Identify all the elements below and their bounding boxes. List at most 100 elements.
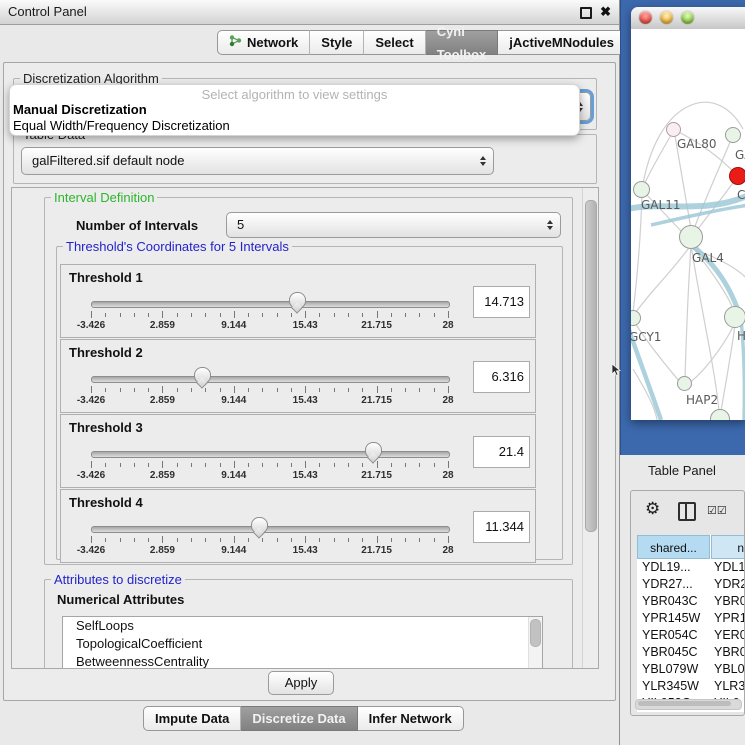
tab-label: Discretize Data bbox=[252, 707, 345, 730]
tab-infer-network[interactable]: Infer Network bbox=[358, 706, 464, 731]
float-window-icon[interactable] bbox=[580, 7, 592, 19]
threshold-value-field[interactable]: 6.316 bbox=[473, 361, 530, 393]
threshold-slider-track[interactable] bbox=[91, 526, 450, 533]
apply-button[interactable]: Apply bbox=[268, 671, 334, 695]
slider-tick bbox=[348, 313, 349, 317]
node-label: GAL80 bbox=[677, 137, 716, 151]
top-tab-bar: NetworkStyleSelectCyni ToolboxjActiveMNo… bbox=[217, 30, 626, 55]
threshold-slider-thumb[interactable] bbox=[289, 292, 306, 309]
table-row[interactable]: YDR27... YDR2 bbox=[637, 576, 745, 593]
table-row[interactable]: YBR043CYBR0 bbox=[637, 593, 745, 610]
attribute-list-item[interactable]: BetweennessCentrality bbox=[63, 653, 542, 669]
dropdown-option-equal-width[interactable]: Equal Width/Frequency Discretization bbox=[10, 118, 579, 134]
slider-tick bbox=[91, 536, 92, 543]
cell-shared-name: YBR045C bbox=[642, 644, 698, 661]
table-row[interactable]: YBL079WYBL0 bbox=[637, 661, 745, 678]
slider-tick bbox=[434, 313, 435, 317]
slider-tick bbox=[177, 463, 178, 467]
table-row[interactable]: YPR145WYPR1 bbox=[637, 610, 745, 627]
tab-network[interactable]: Network bbox=[217, 30, 310, 55]
dropdown-option-manual[interactable]: Manual Discretization bbox=[10, 102, 579, 118]
slider-tick-label: 15.43 bbox=[280, 320, 330, 331]
network-node[interactable] bbox=[666, 122, 681, 137]
zoom-traffic-light[interactable] bbox=[681, 11, 694, 24]
attributes-scrollbar[interactable] bbox=[528, 617, 542, 669]
tab-select[interactable]: Select bbox=[364, 30, 425, 55]
table-data-combobox[interactable]: galFiltered.sif default node bbox=[21, 147, 494, 175]
network-node[interactable] bbox=[633, 181, 650, 198]
network-node[interactable] bbox=[725, 127, 741, 143]
network-node-selected[interactable] bbox=[729, 167, 745, 185]
attribute-list-item[interactable]: TopologicalCoefficient bbox=[63, 635, 542, 653]
network-node[interactable] bbox=[677, 376, 692, 391]
slider-tick bbox=[162, 461, 163, 468]
node-label-partial: H bbox=[737, 329, 745, 343]
network-node[interactable] bbox=[724, 306, 745, 328]
threshold-value-field[interactable]: 21.4 bbox=[473, 436, 530, 468]
table-row[interactable]: YER054CYER0 bbox=[637, 627, 745, 644]
threshold-slider-thumb[interactable] bbox=[194, 367, 211, 384]
threshold-slider-thumb[interactable] bbox=[365, 442, 382, 459]
minimize-traffic-light[interactable] bbox=[660, 11, 673, 24]
spinner-arrows-icon bbox=[480, 156, 486, 166]
slider-tick bbox=[191, 463, 192, 467]
threshold-value-field[interactable]: 14.713 bbox=[473, 286, 530, 318]
slider-tick bbox=[234, 536, 235, 543]
slider-tick bbox=[362, 388, 363, 392]
close-traffic-light[interactable] bbox=[639, 11, 652, 24]
network-canvas[interactable]: GAL80 GAL11 GAL4 GCY1 HAP2 GA C H bbox=[631, 29, 745, 420]
table-horizontal-scrollbar[interactable] bbox=[635, 699, 742, 710]
table-row[interactable]: YLR345WYLR3 bbox=[637, 678, 745, 695]
tab-cyni-toolbox[interactable]: Cyni Toolbox bbox=[426, 30, 499, 55]
attribute-list-item[interactable]: SelfLoops bbox=[63, 617, 542, 635]
tab-jactivemnodules[interactable]: jActiveMNodules bbox=[498, 30, 626, 55]
column-header-shared-name[interactable]: shared... bbox=[637, 535, 710, 559]
control-panel: Control Panel ✖ NetworkStyleSelectCyni T… bbox=[0, 0, 620, 745]
num-intervals-combobox[interactable]: 5 bbox=[226, 212, 561, 238]
slider-tick bbox=[248, 388, 249, 392]
slider-tick bbox=[405, 538, 406, 542]
cell-name: YDR2 bbox=[714, 576, 745, 593]
slider-tick bbox=[262, 463, 263, 467]
cytoscape-desktop: GAL80 GAL11 GAL4 GCY1 HAP2 GA C H bbox=[620, 0, 745, 455]
threshold-slider-track[interactable] bbox=[91, 376, 450, 383]
close-icon[interactable]: ✖ bbox=[600, 4, 611, 20]
cell-shared-name: YPR145W bbox=[642, 610, 700, 627]
tab-style[interactable]: Style bbox=[310, 30, 364, 55]
slider-tick bbox=[448, 386, 449, 393]
scrollbar-thumb[interactable] bbox=[638, 701, 731, 706]
table-row[interactable]: YBR045C YBR0 bbox=[637, 644, 745, 661]
right-column: GAL80 GAL11 GAL4 GCY1 HAP2 GA C H Table … bbox=[620, 0, 745, 745]
slider-tick bbox=[419, 388, 420, 392]
checkboxes-icon[interactable]: ☑☑ bbox=[707, 504, 727, 517]
screen: { "window": {"title": "Control Panel"}, … bbox=[0, 0, 745, 745]
slider-tick bbox=[362, 313, 363, 317]
cell-name: YBR0 bbox=[714, 644, 745, 661]
tab-discretize-data[interactable]: Discretize Data bbox=[241, 706, 357, 731]
settings-vertical-scrollbar[interactable] bbox=[582, 188, 598, 668]
node-label: GAL11 bbox=[641, 198, 680, 212]
slider-tick bbox=[177, 538, 178, 542]
cell-shared-name: YBR043C bbox=[642, 593, 698, 610]
slider-tick bbox=[205, 538, 206, 542]
tab-impute-data[interactable]: Impute Data bbox=[143, 706, 241, 731]
slider-tick bbox=[277, 538, 278, 542]
table-row[interactable]: YDL19...YDL1 bbox=[637, 559, 745, 576]
network-node[interactable] bbox=[679, 225, 703, 249]
threshold-slider-track[interactable] bbox=[91, 451, 450, 458]
columns-icon[interactable] bbox=[678, 502, 696, 521]
column-header-name[interactable]: na bbox=[711, 535, 745, 559]
slider-tick bbox=[234, 461, 235, 468]
cell-shared-name: YDR27... bbox=[642, 576, 693, 593]
slider-tick bbox=[348, 463, 349, 467]
threshold-value-field[interactable]: 11.344 bbox=[473, 511, 530, 543]
slider-tick bbox=[148, 388, 149, 392]
threshold-slider-thumb[interactable] bbox=[251, 517, 268, 534]
threshold-slider-track[interactable] bbox=[91, 301, 450, 308]
slider-tick bbox=[405, 388, 406, 392]
gear-icon[interactable]: ⚙ bbox=[645, 499, 660, 519]
scrollbar-thumb[interactable] bbox=[530, 619, 541, 647]
slider-tick bbox=[305, 386, 306, 393]
scrollbar-thumb[interactable] bbox=[585, 200, 597, 532]
slider-tick bbox=[405, 463, 406, 467]
